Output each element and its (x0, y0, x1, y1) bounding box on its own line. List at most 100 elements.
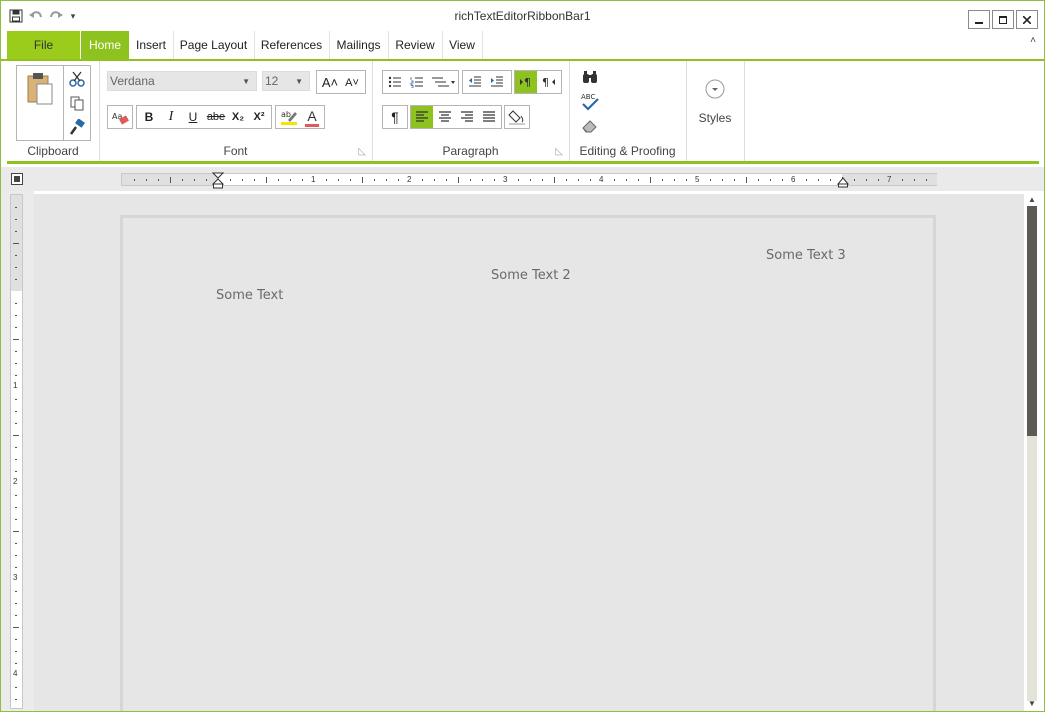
ruler-tick (734, 179, 735, 181)
format-painter-icon[interactable] (67, 117, 87, 137)
font-color-buttons: ab A (275, 105, 325, 129)
numbering-icon[interactable] (407, 72, 427, 92)
font-color-button[interactable]: A (301, 107, 323, 127)
ruler-tick (15, 591, 17, 592)
paragraph-dialog-launcher-icon[interactable]: ◺ (555, 146, 563, 157)
highlight-icon[interactable]: ab (278, 107, 300, 127)
superscript-button[interactable]: X² (249, 107, 269, 127)
ruler-tick (782, 179, 783, 181)
tab-references[interactable]: References (254, 31, 330, 59)
justify-icon[interactable] (478, 107, 500, 127)
ruler-tick (134, 179, 135, 181)
styles-button-label[interactable]: Styles (686, 111, 744, 125)
ruler-tick (15, 423, 17, 424)
font-dialog-launcher-icon[interactable]: ◺ (358, 146, 366, 157)
tab-view[interactable]: View (442, 31, 483, 59)
font-color-label: A (307, 107, 317, 124)
ruler-tick (350, 179, 351, 181)
strikethrough-button[interactable]: abe (205, 107, 227, 127)
tab-mailings[interactable]: Mailings (329, 31, 389, 59)
font-name-value: Verdana (110, 74, 155, 88)
font-group: Verdana ▼ 12 ▼ A˄ A˅ Aa B I U abe X₂ X² (99, 61, 373, 161)
ruler-tick (614, 179, 615, 181)
ruler-tick (15, 375, 17, 376)
window-title: richTextEditorRibbonBar1 (454, 9, 591, 23)
ruler-tick (662, 179, 663, 181)
tab-page-layout[interactable]: Page Layout (173, 31, 255, 59)
document-text[interactable]: Some Text 3 (766, 248, 846, 263)
bullets-icon[interactable] (385, 72, 405, 92)
font-name-combo[interactable]: Verdana ▼ (107, 71, 257, 91)
italic-button[interactable]: I (161, 107, 181, 127)
ribbon-collapse-icon[interactable]: ˄ (1030, 35, 1036, 46)
ruler-tick (386, 179, 387, 181)
left-to-right-icon[interactable]: ¶ (515, 71, 537, 93)
close-button[interactable] (1016, 10, 1038, 29)
align-left-icon[interactable] (411, 106, 433, 128)
minimize-button[interactable] (968, 10, 990, 29)
ribbon-panel: Clipboard Verdana ▼ 12 ▼ A˄ A˅ Aa B I U (7, 61, 1039, 164)
vertical-scrollbar[interactable]: ▲ ▼ (1025, 194, 1039, 711)
font-group-label: Font (223, 144, 248, 158)
show-formatting-button[interactable]: ¶ (382, 105, 408, 129)
ruler-tick (374, 179, 375, 181)
find-icon[interactable] (579, 67, 601, 87)
tab-file[interactable]: File (7, 31, 80, 59)
increase-indent-icon[interactable] (487, 72, 507, 92)
scroll-up-icon[interactable]: ▲ (1025, 195, 1039, 205)
copy-icon[interactable] (67, 93, 87, 113)
indent-marker-icon[interactable] (212, 172, 224, 190)
styles-dropdown-icon[interactable] (704, 78, 726, 100)
ruler-tick (278, 179, 279, 181)
svg-text:¶: ¶ (542, 76, 549, 88)
tab-stop-selector-icon[interactable] (11, 173, 23, 185)
bold-button[interactable]: B (139, 107, 159, 127)
ruler-tick (458, 177, 459, 183)
ruler-number: 4 (13, 669, 18, 678)
scrollbar-thumb[interactable] (1027, 206, 1037, 436)
ruler-tick (15, 255, 17, 256)
shrink-font-button[interactable]: A˅ (341, 73, 363, 93)
scroll-down-icon[interactable]: ▼ (1025, 699, 1039, 709)
ruler-tick (854, 179, 855, 181)
underline-button[interactable]: U (183, 107, 203, 127)
document-text[interactable]: Some Text (216, 288, 283, 303)
ruler-tick (638, 179, 639, 181)
tab-insert[interactable]: Insert (129, 31, 174, 59)
tab-home[interactable]: Home (81, 31, 129, 59)
multilevel-list-icon[interactable] (429, 72, 457, 92)
document-page[interactable]: Some Text Some Text 2 Some Text 3 (120, 215, 936, 711)
align-center-icon[interactable] (434, 107, 456, 127)
clipboard-small-buttons (63, 65, 91, 141)
ruler-tick (746, 177, 747, 183)
paste-icon (27, 73, 53, 105)
ruler-tick (15, 447, 17, 448)
shading-button[interactable] (504, 105, 530, 129)
align-right-icon[interactable] (456, 107, 478, 127)
document-text[interactable]: Some Text 2 (491, 268, 571, 283)
ruler-tick (15, 615, 17, 616)
horizontal-ruler[interactable]: 1 2 3 4 5 6 7 (121, 172, 937, 189)
decrease-indent-icon[interactable] (465, 72, 485, 92)
grow-font-button[interactable]: A˄ (319, 72, 341, 92)
font-size-combo[interactable]: 12 ▼ (262, 71, 310, 91)
eraser-icon[interactable] (579, 115, 601, 137)
spell-check-icon[interactable]: ABC (579, 90, 601, 112)
cut-icon[interactable] (67, 69, 87, 89)
ruler-tick (290, 179, 291, 181)
clear-formatting-button[interactable]: Aa (107, 105, 133, 129)
vertical-ruler[interactable]: 1 2 3 4 (10, 194, 23, 709)
paste-button[interactable] (16, 65, 64, 141)
ribbon-tab-row: File Home Insert Page Layout References … (1, 31, 1044, 61)
ruler-tick (578, 179, 579, 181)
ruler-number: 5 (695, 175, 700, 184)
right-to-left-icon[interactable]: ¶ (538, 72, 560, 92)
tab-review[interactable]: Review (388, 31, 443, 59)
editing-proofing-group-label: Editing & Proofing (579, 144, 676, 158)
ruler-tick (206, 179, 207, 181)
maximize-button[interactable] (992, 10, 1014, 29)
subscript-button[interactable]: X₂ (228, 107, 248, 127)
font-color-swatch (305, 123, 319, 127)
ruler-tick (830, 179, 831, 181)
right-indent-marker-icon[interactable] (837, 177, 849, 189)
